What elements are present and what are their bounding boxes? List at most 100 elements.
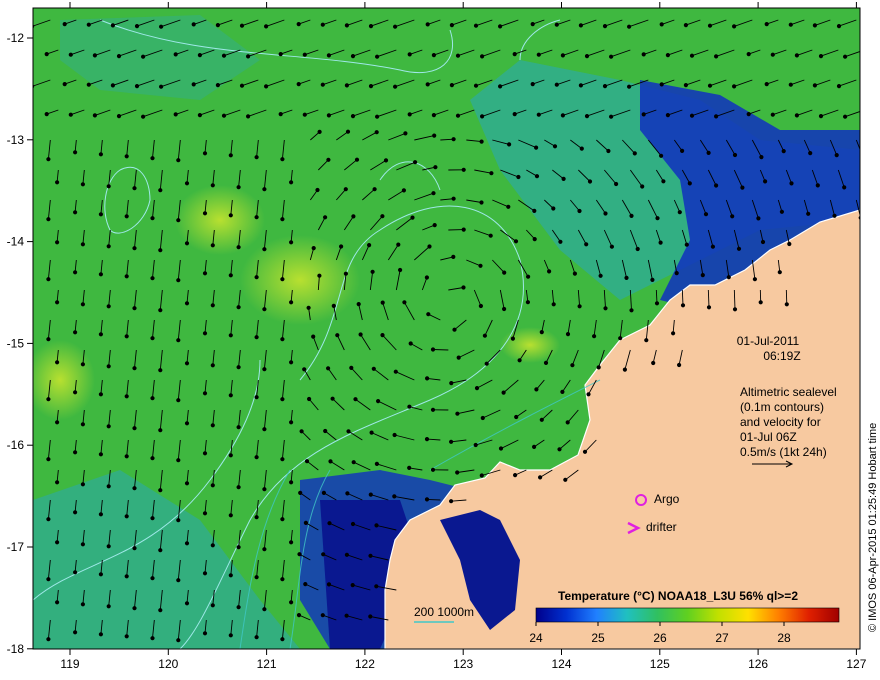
velocity-arrow-head	[246, 54, 251, 59]
velocity-arrow-head	[80, 362, 86, 367]
velocity-arrow-head	[280, 157, 285, 162]
velocity-arrow-head	[278, 112, 283, 117]
velocity-arrow-head	[315, 187, 320, 193]
velocity-arrow-head	[789, 181, 794, 186]
velocity-arrow-head	[335, 333, 340, 338]
velocity-arrow-head	[502, 306, 507, 312]
velocity-arrow-head	[262, 547, 267, 552]
velocity-arrow-head	[262, 247, 267, 252]
velocity-arrow-head	[345, 129, 351, 134]
velocity-arrow-head	[554, 22, 559, 27]
velocity-arrow-head	[380, 214, 385, 219]
velocity-arrow-head	[280, 397, 285, 402]
velocity-arrow-head	[228, 453, 233, 458]
velocity-arrow-head	[707, 23, 713, 28]
velocity-arrow-head	[532, 444, 537, 449]
velocity-arrow-head	[124, 274, 129, 279]
velocity-arrow-head	[141, 114, 146, 119]
velocity-arrow-head	[80, 422, 86, 427]
velocity-arrow-head	[609, 244, 615, 249]
velocity-arrow-head	[530, 82, 535, 87]
velocity-arrow-head	[393, 24, 398, 29]
velocity-arrow-head	[644, 338, 649, 343]
velocity-arrow-head	[779, 209, 785, 214]
velocity-arrow-head	[262, 367, 267, 372]
velocity-arrow-head	[764, 82, 769, 87]
velocity-arrow-head	[191, 22, 196, 27]
velocity-arrow-head	[532, 237, 537, 242]
velocity-arrow-head	[246, 114, 251, 119]
x-tick-label: 121	[257, 657, 277, 671]
velocity-arrow-head	[557, 447, 562, 452]
velocity-arrow-head	[210, 183, 215, 188]
velocity-arrow-head	[609, 54, 614, 59]
velocity-arrow-head	[536, 52, 541, 57]
velocity-arrow-head	[650, 277, 655, 282]
velocity-arrow-head	[614, 181, 619, 187]
y-tick-label: -15	[7, 336, 25, 350]
velocity-arrow-head	[289, 540, 294, 545]
velocity-arrow-head	[410, 215, 415, 220]
velocity-arrow-head	[280, 517, 285, 522]
y-tick-label: -18	[7, 642, 25, 656]
velocity-arrow-head	[618, 336, 623, 341]
velocity-arrow-head	[350, 54, 356, 59]
imos-credit: © IMOS 06-Apr-2015 01:25:49 Hobart time	[867, 423, 879, 632]
velocity-arrow-head	[396, 242, 401, 247]
velocity-arrow-head	[46, 217, 51, 222]
velocity-arrow-head	[710, 244, 716, 249]
altimetry-line-1: Altimetric sealevel	[740, 385, 837, 399]
velocity-arrow-head	[302, 112, 307, 117]
velocity-arrow-head	[788, 22, 793, 27]
velocity-arrow-head	[311, 334, 316, 339]
velocity-arrow-head	[587, 179, 593, 184]
velocity-arrow-head	[430, 467, 436, 472]
velocity-arrow-head	[578, 23, 584, 28]
velocity-arrow-head	[431, 113, 436, 118]
velocity-arrow-head	[346, 429, 351, 434]
velocity-arrow-head	[474, 386, 480, 391]
velocity-arrow-head	[124, 154, 129, 159]
velocity-arrow-head	[449, 439, 454, 444]
velocity-arrow-head	[215, 83, 220, 88]
velocity-arrow-head	[55, 480, 60, 485]
velocity-arrow-head	[62, 22, 67, 27]
velocity-arrow-head	[303, 582, 308, 587]
velocity-arrow-head	[98, 272, 104, 277]
velocity-arrow-head	[202, 571, 208, 576]
velocity-arrow-head	[794, 113, 800, 118]
velocity-arrow-head	[432, 133, 437, 138]
velocity-arrow-head	[473, 83, 479, 88]
velocity-arrow-head	[376, 399, 381, 404]
velocity-arrow-head	[758, 300, 763, 305]
velocity-arrow-head	[489, 171, 494, 176]
velocity-arrow-head	[532, 208, 537, 213]
velocity-arrow-head	[176, 458, 181, 463]
velocity-arrow-head	[124, 454, 129, 459]
velocity-arrow-head	[498, 446, 504, 451]
velocity-arrow-head	[132, 486, 137, 491]
velocity-arrow-head	[236, 545, 241, 550]
velocity-arrow-head	[302, 367, 307, 372]
velocity-arrow-head	[158, 368, 163, 373]
velocity-arrow-head	[236, 185, 241, 190]
velocity-arrow-head	[756, 216, 761, 221]
velocity-arrow-head	[106, 544, 111, 549]
velocity-arrow-head	[368, 492, 373, 497]
velocity-arrow-head	[44, 112, 49, 117]
velocity-arrow-head	[480, 54, 485, 59]
velocity-arrow-head	[425, 376, 430, 381]
velocity-arrow-head	[55, 240, 60, 245]
velocity-arrow-head	[289, 420, 294, 425]
velocity-arrow-head	[311, 246, 316, 251]
velocity-arrow-head	[368, 24, 374, 29]
velocity-arrow-head	[132, 186, 137, 191]
velocity-arrow-head	[451, 196, 456, 201]
velocity-arrow-head	[606, 148, 611, 154]
velocity-arrow-head	[560, 113, 566, 118]
velocity-arrow-head	[539, 330, 544, 335]
velocity-arrow-head	[655, 216, 660, 221]
velocity-arrow-head	[449, 23, 454, 28]
velocity-arrow-head	[836, 24, 842, 29]
date-label: 01-Jul-2011	[737, 334, 800, 348]
